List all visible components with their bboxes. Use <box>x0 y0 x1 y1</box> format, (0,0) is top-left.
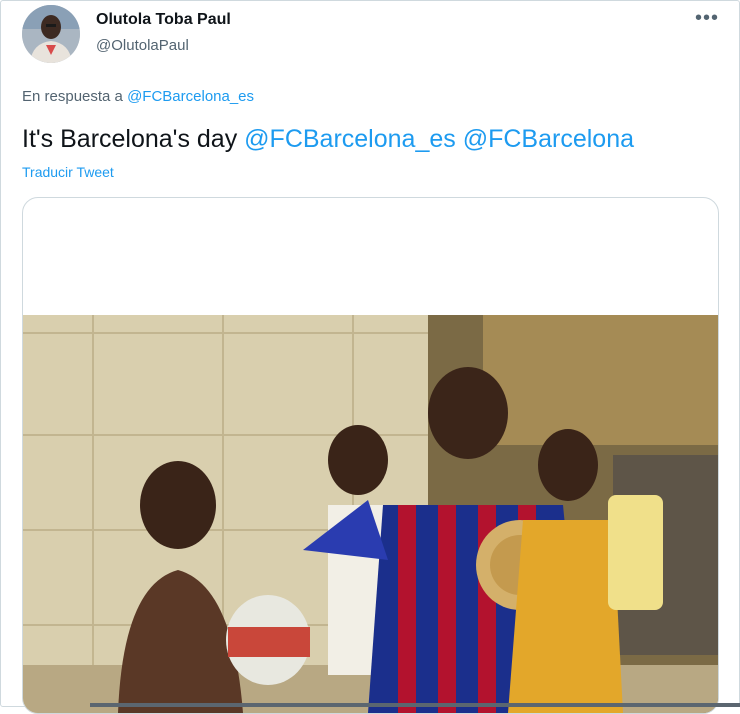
avatar[interactable] <box>22 5 80 63</box>
scrollbar[interactable] <box>90 703 740 707</box>
mention-link[interactable]: @FCBarcelona <box>463 125 634 153</box>
profile-photo <box>22 5 80 63</box>
author-handle[interactable]: @OlutolaPaul <box>96 37 189 54</box>
author-name[interactable]: Olutola Toba Paul <box>96 11 231 29</box>
translate-tweet-link[interactable]: Traducir Tweet <box>22 164 114 180</box>
reply-mention-link[interactable]: @FCBarcelona_es <box>127 88 254 105</box>
media-attachment[interactable] <box>22 197 719 714</box>
children-photo <box>23 315 718 713</box>
tweet-body: It's Barcelona's day <box>22 125 238 153</box>
more-horizontal-icon[interactable]: ••• <box>695 7 719 30</box>
reply-context: En respuesta a @FCBarcelona_es <box>22 88 254 105</box>
tweet-card: Olutola Toba Paul @OlutolaPaul ••• En re… <box>0 0 740 714</box>
mention-link[interactable]: @FCBarcelona_es <box>244 125 456 153</box>
tweet-text: It's Barcelona's day @FCBarcelona_es @FC… <box>22 125 634 154</box>
reply-prefix: En respuesta a <box>22 88 123 105</box>
